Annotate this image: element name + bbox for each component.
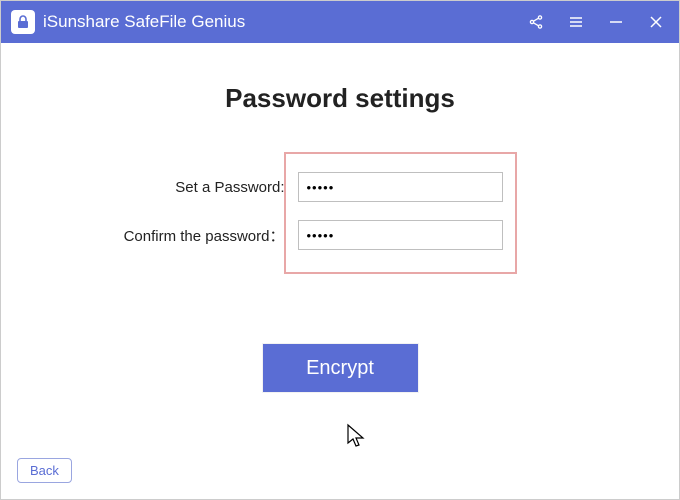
confirm-password-row: Confirm the password：: [298, 220, 503, 250]
action-area: Encrypt: [41, 274, 639, 392]
back-button[interactable]: Back: [17, 458, 72, 483]
confirm-password-label: Confirm the password：: [85, 225, 285, 246]
confirm-password-input[interactable]: [298, 220, 503, 250]
menu-icon[interactable]: [567, 13, 585, 31]
password-form-highlight: Set a Password: Confirm the password：: [284, 152, 517, 274]
encrypt-button[interactable]: Encrypt: [263, 344, 418, 392]
share-icon[interactable]: [527, 13, 545, 31]
set-password-row: Set a Password:: [298, 172, 503, 202]
titlebar: iSunshare SafeFile Genius: [1, 1, 679, 43]
page-title: Password settings: [41, 83, 639, 114]
content-area: Password settings Set a Password: Confir…: [1, 43, 679, 499]
close-icon[interactable]: [647, 13, 665, 31]
cursor-icon: [346, 423, 368, 449]
set-password-label: Set a Password:: [85, 179, 285, 196]
app-title: iSunshare SafeFile Genius: [43, 12, 527, 32]
minimize-icon[interactable]: [607, 13, 625, 31]
app-lock-icon: [11, 10, 35, 34]
titlebar-actions: [527, 13, 665, 31]
set-password-input[interactable]: [298, 172, 503, 202]
